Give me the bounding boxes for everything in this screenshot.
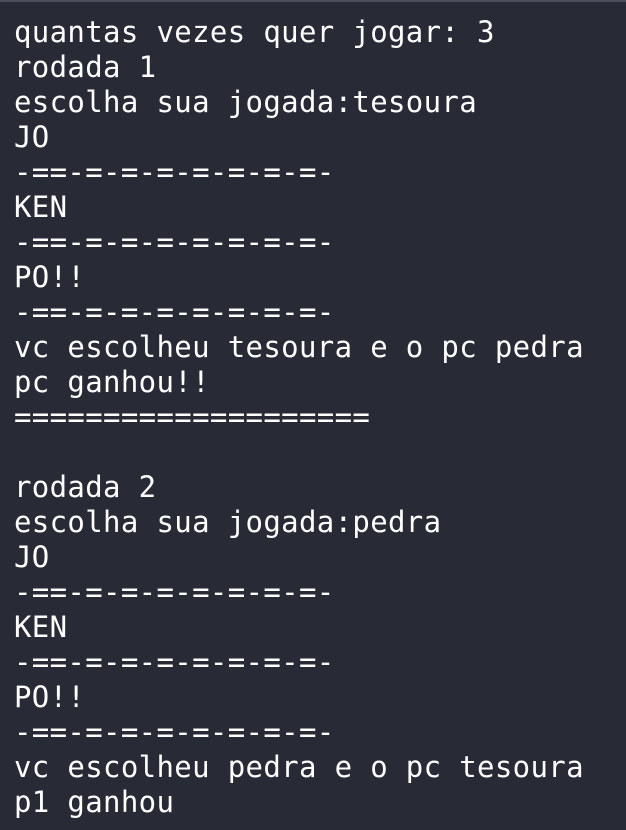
result-line: vc escolheu pedra e o pc tesoura [14, 750, 584, 784]
winner-line: pc ganhou!! [14, 365, 210, 399]
separator-line: -==-=-=-=-=-=-=-=- [14, 715, 335, 749]
output-line: JO [14, 120, 50, 154]
terminal-output: quantas vezes quer jogar: 3 rodada 1 esc… [0, 0, 626, 830]
result-line: vc escolheu tesoura e o pc pedra [14, 330, 584, 364]
choice-line: escolha sua jogada:pedra [14, 505, 442, 539]
output-line: KEN [14, 610, 68, 644]
output-line: KEN [14, 190, 68, 224]
separator-line: -==-=-=-=-=-=-=-=- [14, 155, 335, 189]
separator-line: -==-=-=-=-=-=-=-=- [14, 645, 335, 679]
output-line: JO [14, 540, 50, 574]
separator-line: -==-=-=-=-=-=-=-=- [14, 575, 335, 609]
round-header: rodada 2 [14, 470, 157, 504]
separator-line: -==-=-=-=-=-=-=-=- [14, 295, 335, 329]
prompt-line: quantas vezes quer jogar: 3 [14, 15, 495, 49]
separator-line: -==-=-=-=-=-=-=-=- [14, 225, 335, 259]
round-header: rodada 1 [14, 50, 157, 84]
choice-line: escolha sua jogada:tesoura [14, 85, 478, 119]
round-divider: ==================== [14, 400, 371, 434]
winner-line: p1 ganhou [14, 785, 175, 819]
output-line: PO!! [14, 680, 86, 714]
output-line: PO!! [14, 260, 86, 294]
